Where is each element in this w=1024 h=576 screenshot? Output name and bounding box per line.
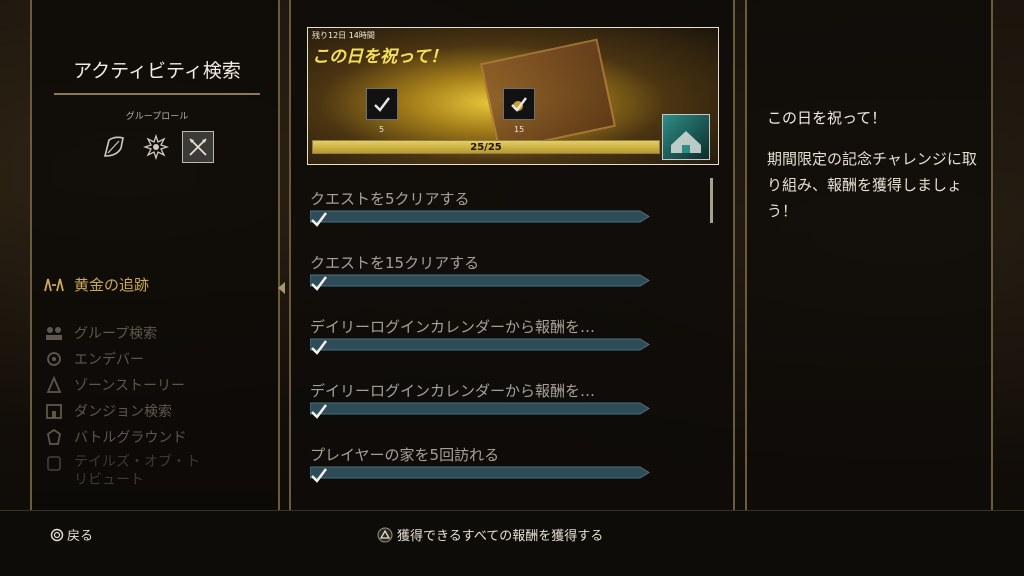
group-icon	[46, 327, 62, 340]
quest-item[interactable]: クエストを5クリアする	[310, 188, 650, 227]
reward-count: 15	[514, 125, 525, 134]
quest-item[interactable]: クエストを15クリアする	[310, 252, 650, 291]
gold-checkmark-reward-icon[interactable]	[503, 88, 535, 120]
check-icon	[311, 468, 327, 483]
claim-all-label: 獲得できるすべての報酬を獲得する	[397, 529, 604, 544]
sidebar-item-zone-story[interactable]: ゾーンストーリー	[44, 375, 204, 401]
back-label: 戻る	[67, 529, 94, 544]
sidebar-item-label: ダンジョン検索	[74, 404, 172, 420]
house-reward-icon[interactable]	[662, 114, 710, 160]
quest-progress-bar	[310, 466, 650, 483]
golden-pursuit-icon	[44, 278, 64, 291]
quest-item[interactable]: デイリーログインカレンダーから報酬を…	[310, 380, 650, 419]
endeavor-icon	[47, 352, 61, 366]
sidebar-item-label: バトルグラウンド	[74, 430, 187, 446]
sidebar-item-label: ゾーンストーリー	[74, 378, 186, 394]
circle-button-icon	[50, 528, 64, 541]
check-icon	[311, 340, 327, 355]
detail-panel: この日を祝って！ 期間限定の記念チャレンジに取り組み、報酬を獲得しましょう！	[745, 0, 993, 510]
reward-count: 5	[379, 125, 385, 134]
claim-all-button[interactable]: 獲得できるすべての報酬を獲得する	[377, 525, 603, 544]
check-icon	[311, 404, 327, 419]
selected-activity-label: 黄金の追跡	[74, 276, 150, 294]
banner-title: この日を祝って！	[312, 47, 448, 67]
check-icon	[311, 212, 327, 227]
quest-label: クエストを15クリアする	[310, 254, 480, 272]
sidebar-item-label: エンデバー	[74, 352, 144, 368]
back-button[interactable]: 戻る	[50, 525, 93, 544]
sidebar-item-tales-of-tribute[interactable]: テイルズ・オブ・トリビュート	[44, 453, 204, 493]
detail-description: 期間限定の記念チャレンジに取り組み、報酬を獲得しましょう！	[767, 150, 977, 220]
time-remaining: 残り12日 14時間	[312, 31, 375, 40]
sidebar-title: アクティビティ検索	[54, 56, 260, 95]
role-label: グループロール	[125, 112, 189, 122]
sidebar-item-battleground[interactable]: バトルグラウンド	[44, 427, 204, 453]
quest-label: デイリーログインカレンダーから報酬を…	[310, 318, 596, 336]
quest-label: プレイヤーの家を5回訪れる	[310, 446, 500, 464]
shield-icon[interactable]	[98, 131, 130, 163]
check-icon	[311, 276, 327, 291]
quest-label: クエストを5クリアする	[310, 190, 470, 208]
healer-burst-icon[interactable]	[140, 131, 172, 163]
banner-progress-text: 25/25	[470, 142, 502, 153]
quest-item[interactable]: プレイヤーの家を5回訪れる	[310, 444, 650, 483]
scrollbar[interactable]	[710, 178, 713, 223]
sidebar-item-endeavors[interactable]: エンデバー	[44, 349, 204, 375]
battleground-icon	[46, 428, 62, 445]
zone-story-icon	[46, 376, 62, 393]
quest-progress-bar	[310, 338, 650, 355]
quest-progress-bar	[310, 274, 650, 291]
selection-arrow-icon	[278, 282, 285, 294]
banner-progress-bar: 25/25	[312, 140, 660, 154]
book-artwork	[479, 38, 617, 152]
checkmark-reward-icon[interactable]	[366, 88, 398, 120]
crossed-swords-icon[interactable]	[182, 131, 214, 163]
sidebar-item-label: グループ検索	[74, 326, 158, 342]
sidebar-item-dungeon-finder[interactable]: ダンジョン検索	[44, 401, 204, 427]
sidebar-item-label: テイルズ・オブ・トリビュート	[74, 454, 200, 488]
selected-activity[interactable]: 黄金の追跡	[42, 274, 149, 295]
quest-label: デイリーログインカレンダーから報酬を…	[310, 382, 596, 400]
sidebar-item-group-finder[interactable]: グループ検索	[44, 323, 204, 349]
role-selector	[98, 131, 214, 163]
tribute-icon	[47, 456, 61, 471]
dungeon-icon	[46, 404, 62, 419]
triangle-button-icon	[377, 527, 393, 542]
quest-progress-bar	[310, 210, 650, 227]
activity-menu: グループ検索 エンデバー ゾーンストーリー ダンジョン検索 バトルグラウンド テ…	[44, 323, 204, 493]
footer-bar: 戻る 獲得できるすべての報酬を獲得する	[0, 510, 1024, 576]
detail-title: この日を祝って！	[767, 109, 887, 127]
quest-progress-bar	[310, 402, 650, 419]
quest-item[interactable]: デイリーログインカレンダーから報酬を…	[310, 316, 650, 355]
event-banner: 残り12日 14時間 この日を祝って！ 5 15 25/25	[307, 27, 719, 165]
